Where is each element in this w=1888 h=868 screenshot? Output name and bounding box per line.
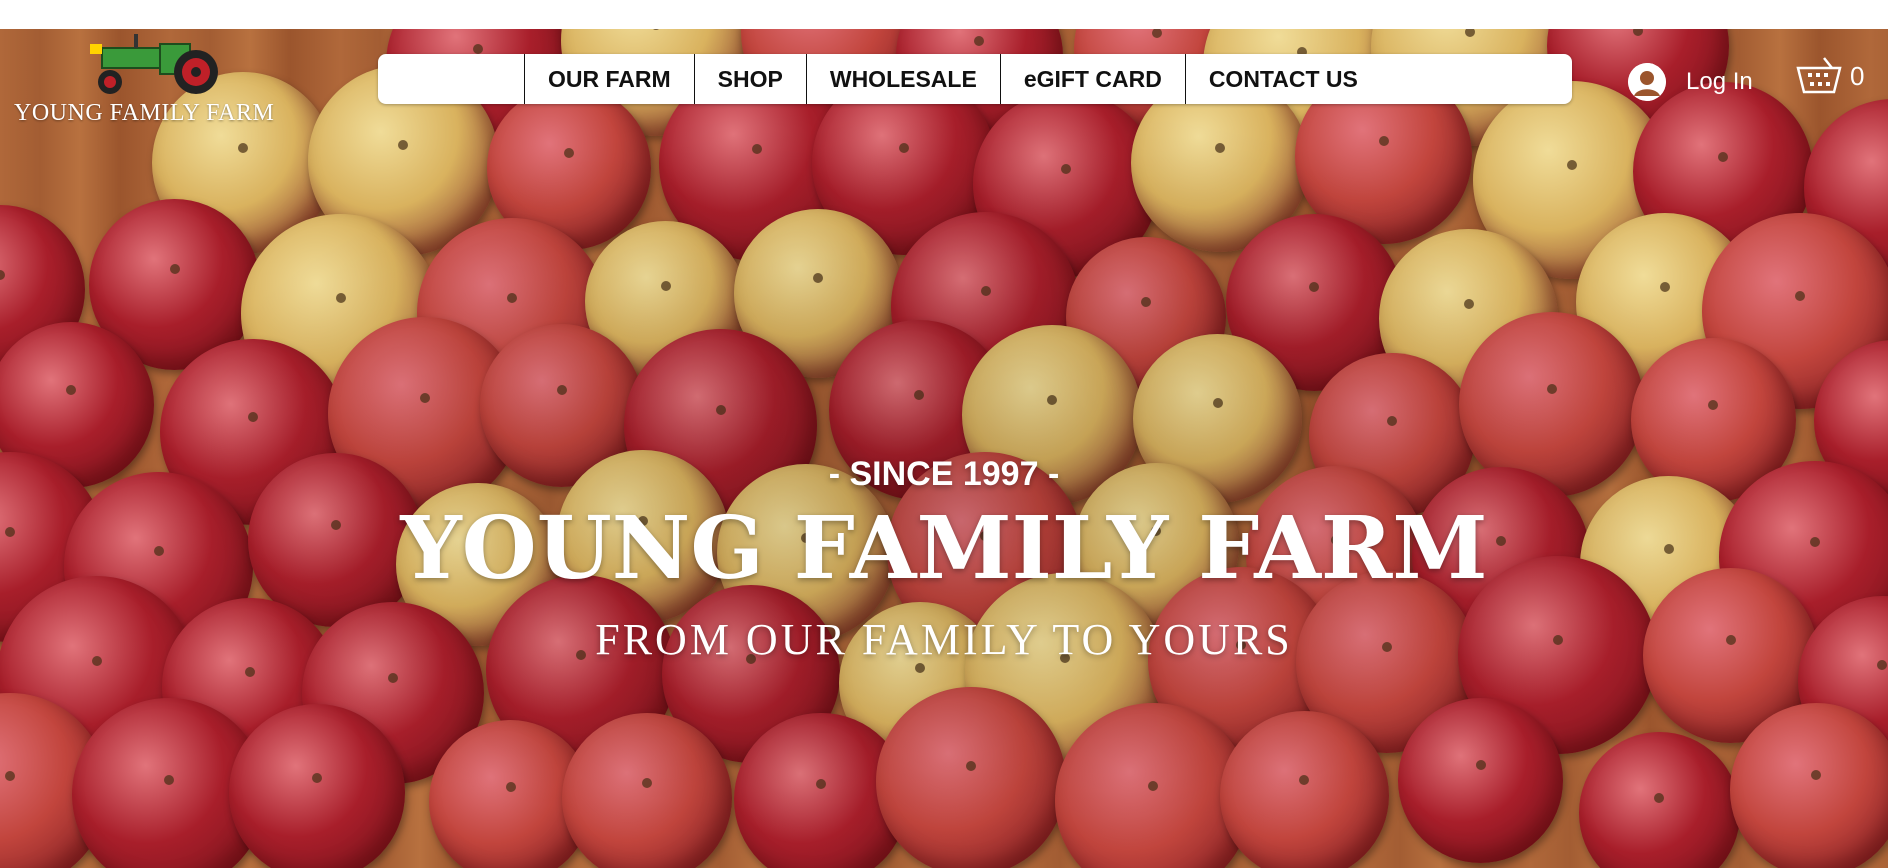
hero-title: YOUNG FAMILY FARM <box>400 498 1488 599</box>
tractor-icon <box>90 34 218 94</box>
nav-contact-us[interactable]: CONTACT US <box>1184 54 1381 104</box>
cart-count: 0 <box>1850 60 1865 91</box>
cart-icon <box>1796 57 1842 94</box>
apple-shape <box>561 713 732 868</box>
apple-shape <box>876 686 1066 868</box>
apple-shape <box>228 704 406 868</box>
apple-shape <box>1578 732 1740 868</box>
apple-shape <box>1219 710 1389 868</box>
login-button[interactable]: Log In <box>1628 62 1753 102</box>
cart-button[interactable]: 0 <box>1794 56 1864 96</box>
apple-shape <box>1398 697 1564 863</box>
nav-egift-card[interactable]: eGIFT CARD <box>999 54 1185 104</box>
nav-wholesale[interactable]: WHOLESALE <box>805 54 1000 104</box>
main-nav: OUR FARM SHOP WHOLESALE eGIFT CARD CONTA… <box>378 54 1572 104</box>
logo-text: YOUNG FAMILY FARM <box>14 100 275 126</box>
user-avatar-icon <box>1628 63 1666 101</box>
login-label: Log In <box>1686 68 1753 95</box>
nav-shop[interactable]: SHOP <box>693 54 806 104</box>
top-strip <box>0 0 1888 29</box>
hero-subtitle: FROM OUR FAMILY TO YOURS <box>595 615 1293 664</box>
hero-background <box>0 29 1888 868</box>
site-logo[interactable]: YOUNG FAMILY FARM <box>10 30 300 130</box>
hero-since: - SINCE 1997 - <box>828 455 1060 493</box>
nav-our-farm[interactable]: OUR FARM <box>524 54 694 104</box>
